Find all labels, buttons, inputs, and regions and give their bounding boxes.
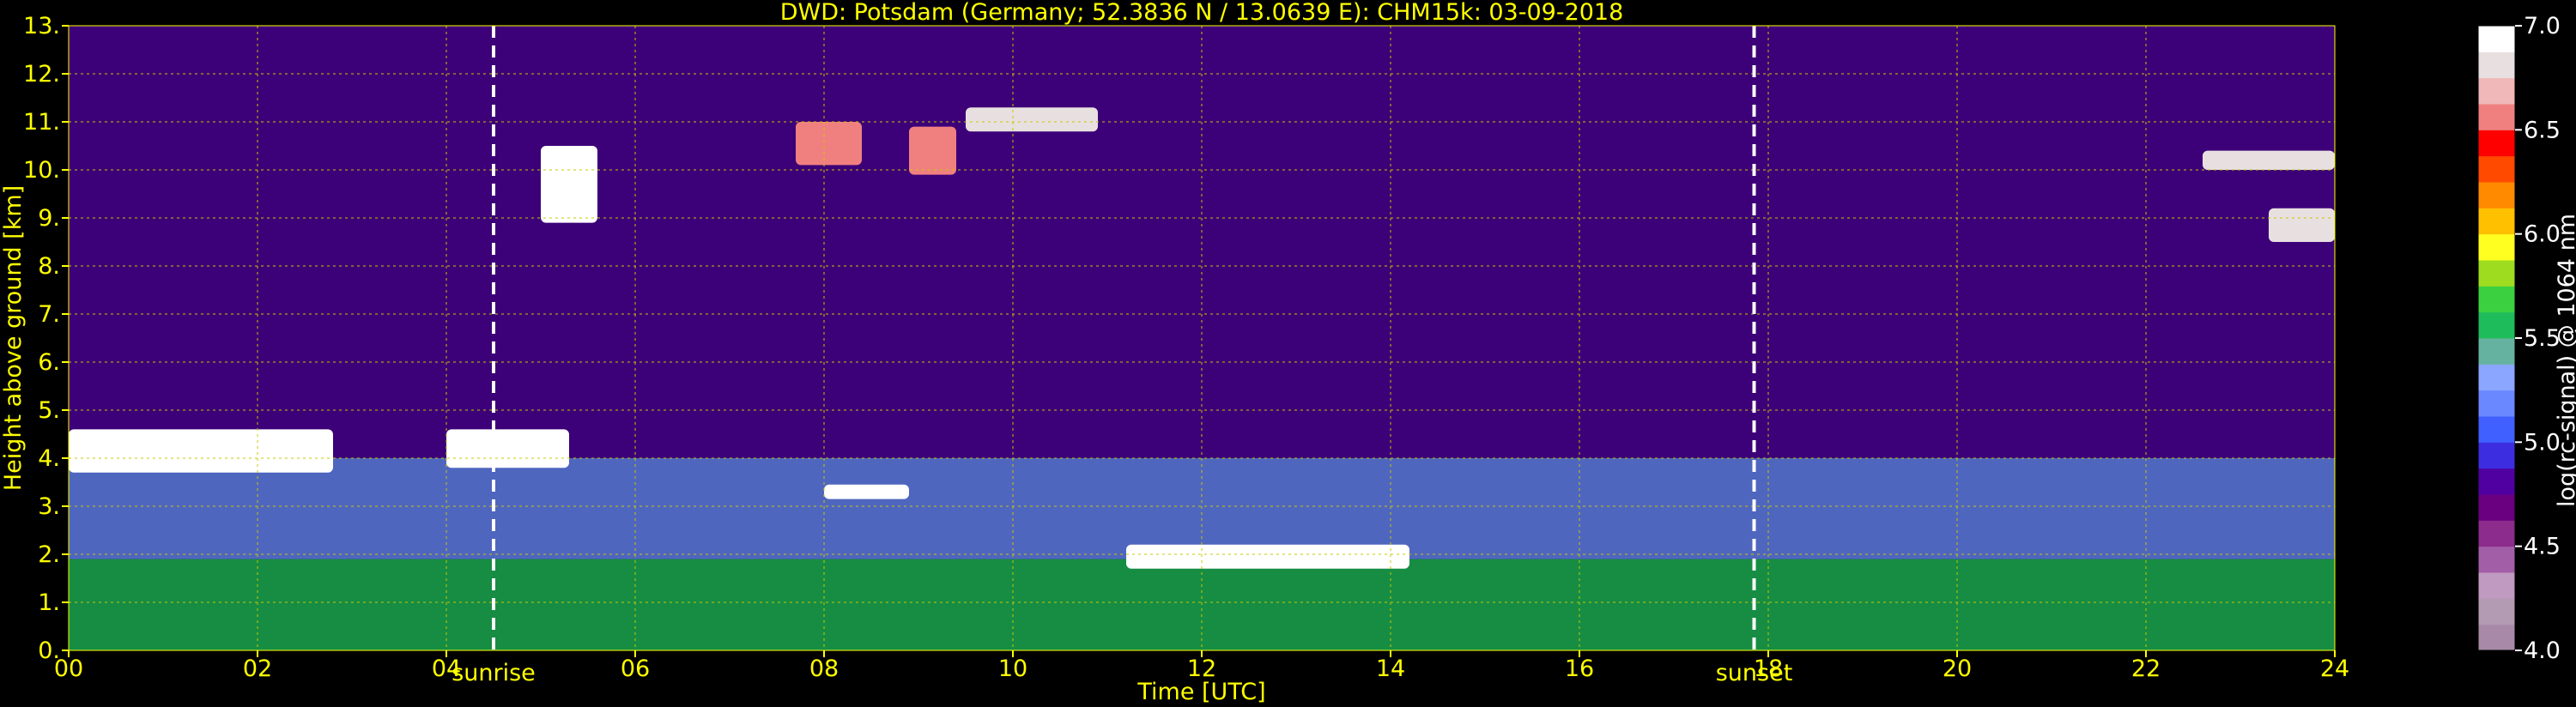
colorbar-segment (2478, 442, 2515, 469)
y-axis-label: Height above ground [km] (0, 185, 27, 491)
colorbar-segment (2478, 520, 2515, 547)
x-tick-label: 00 (54, 656, 83, 682)
x-tick-label: 24 (2320, 656, 2349, 682)
x-axis-ticks: 00 02 04 06 08 10 12 14 16 18 20 22 24 (54, 650, 2349, 682)
colorbar-segment (2478, 260, 2515, 287)
cloud-signal-6 (966, 107, 1098, 132)
y-tick-label: 12. (23, 61, 60, 88)
colorbar-segment (2478, 416, 2515, 443)
cloud-signal-3 (541, 146, 597, 223)
colorbar-segment (2478, 338, 2515, 365)
colorbar-tick-label: 4.0 (2524, 638, 2561, 664)
colorbar-segment (2478, 26, 2515, 52)
x-tick-label: 06 (621, 656, 650, 682)
colorbar-segment (2478, 286, 2515, 313)
sunset-label: sunset (1716, 660, 1793, 686)
colorbar-label: log(rc-signal) @ 1064 nm (2554, 214, 2576, 507)
y-tick-label: 3. (38, 493, 60, 520)
y-axis-ticks: 0.1.2.3.4.5.6.7.8.9.10.11.12.13. (23, 13, 69, 664)
x-tick-label: 14 (1376, 656, 1405, 682)
colorbar-segment (2478, 598, 2515, 625)
y-tick-label: 7. (38, 301, 60, 328)
y-tick-label: 6. (38, 349, 60, 376)
sunrise-label: sunrise (452, 660, 536, 686)
y-tick-label: 8. (38, 253, 60, 280)
colorbar-segment (2478, 233, 2515, 261)
cloud-signal-8 (1126, 544, 1409, 569)
cloud-signal-10 (2269, 208, 2335, 242)
chart-title: DWD: Potsdam (Germany; 52.3836 N / 13.06… (780, 0, 1624, 26)
y-tick-label: 13. (23, 13, 60, 39)
x-tick-label: 08 (809, 656, 839, 682)
colorbar-segment (2478, 572, 2515, 599)
colorbar-segment (2478, 208, 2515, 235)
x-tick-label: 22 (2131, 656, 2161, 682)
y-tick-label: 11. (23, 109, 60, 136)
colorbar-segment (2478, 311, 2515, 339)
cloud-signal-7 (824, 484, 909, 499)
x-tick-label: 16 (1565, 656, 1594, 682)
x-tick-label: 10 (998, 656, 1027, 682)
x-tick-label: 20 (1943, 656, 1972, 682)
y-tick-label: 10. (23, 157, 60, 184)
cloud-signal-9 (2203, 150, 2335, 170)
colorbar-segment (2478, 104, 2515, 130)
colorbar-segment (2478, 624, 2515, 651)
colorbar-tick-label: 7.0 (2524, 13, 2561, 39)
x-tick-label: 02 (243, 656, 272, 682)
cloud-signal-4 (796, 122, 862, 166)
colorbar-segment (2478, 390, 2515, 417)
colorbar-segment (2478, 77, 2515, 105)
cloud-signal-2 (446, 429, 569, 468)
y-tick-label: 2. (38, 541, 60, 568)
x-axis-label: Time [UTC] (1136, 679, 1265, 705)
colorbar-segment (2478, 364, 2515, 391)
colorbar-segment (2478, 182, 2515, 208)
cloud-signal-1 (69, 429, 333, 473)
y-tick-label: 9. (38, 205, 60, 232)
y-tick-label: 5. (38, 397, 60, 424)
colorbar-segment (2478, 130, 2515, 157)
y-tick-label: 1. (38, 589, 60, 616)
colorbar-segment (2478, 468, 2515, 495)
plot-area (68, 25, 2336, 651)
ceilometer-figure: DWD: Potsdam (Germany; 52.3836 N / 13.06… (0, 0, 2576, 705)
y-tick-label: 4. (38, 445, 60, 472)
cloud-signal-5 (909, 126, 956, 175)
colorbar (2477, 25, 2516, 651)
colorbar-segment (2478, 155, 2515, 183)
colorbar-segment (2478, 51, 2515, 79)
colorbar-segment (2478, 546, 2515, 573)
colorbar-tick-label: 4.5 (2524, 534, 2561, 560)
colorbar-tick-label: 6.5 (2524, 117, 2561, 143)
colorbar-segment (2478, 494, 2515, 521)
